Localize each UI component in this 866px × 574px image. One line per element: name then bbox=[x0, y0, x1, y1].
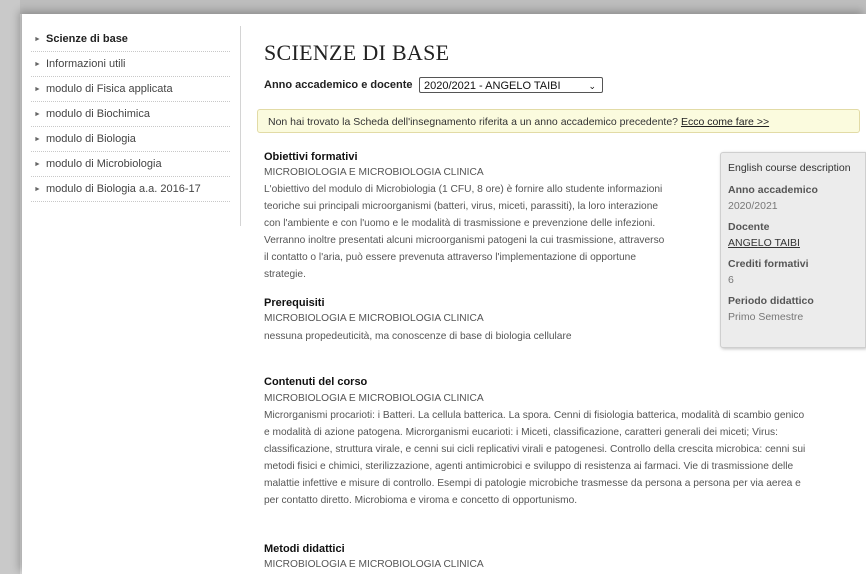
body-line: nessuna propedeuticità, ma conoscenze di… bbox=[264, 331, 572, 342]
sidebar-nav: ► Scienze di base ► Informazioni utili ►… bbox=[31, 27, 230, 202]
info-value-year: 2020/2021 bbox=[728, 200, 778, 212]
body-line: strategie. bbox=[264, 269, 306, 280]
sidebar-item-label: Scienze di base bbox=[46, 33, 128, 45]
course-info-box: English course description Anno accademi… bbox=[720, 152, 866, 348]
sidebar-item-biologia[interactable]: ► modulo di Biologia bbox=[31, 127, 230, 152]
sidebar-item-microbiologia[interactable]: ► modulo di Microbiologia bbox=[31, 152, 230, 177]
info-value-period: Primo Semestre bbox=[728, 311, 804, 323]
body-line: teoriche sui principali microorganismi (… bbox=[264, 201, 659, 212]
body-line: metodi fisici e chimici, sterilizzazione… bbox=[264, 461, 794, 472]
sidebar-item-scienze-di-base[interactable]: ► Scienze di base bbox=[31, 27, 230, 52]
section-subtitle-contents: MICROBIOLOGIA E MICROBIOLOGIA CLINICA bbox=[264, 393, 484, 404]
body-line: L'obiettivo del modulo di Microbiologia … bbox=[264, 184, 663, 195]
sidebar-item-informazioni-utili[interactable]: ► Informazioni utili bbox=[31, 52, 230, 77]
sidebar-item-biologia-2016-17[interactable]: ► modulo di Biologia a.a. 2016-17 bbox=[31, 177, 230, 202]
triangle-right-icon: ► bbox=[34, 86, 41, 93]
info-label-year: Anno accademico bbox=[728, 184, 818, 196]
previous-year-notice: Non hai trovato la Scheda dell'insegname… bbox=[257, 109, 860, 133]
sidebar-item-fisica-applicata[interactable]: ► modulo di Fisica applicata bbox=[31, 77, 230, 102]
sidebar-item-label: modulo di Biochimica bbox=[46, 108, 150, 120]
notice-text: Non hai trovato la Scheda dell'insegname… bbox=[268, 116, 679, 128]
sidebar-item-label: modulo di Microbiologia bbox=[46, 158, 162, 170]
triangle-right-icon: ► bbox=[34, 161, 41, 168]
notice-link[interactable]: Ecco come fare >> bbox=[681, 116, 769, 128]
body-line: per contatto diretto. Microbioma e virom… bbox=[264, 495, 578, 506]
body-line: Verranno inoltre presentati alcuni micro… bbox=[264, 235, 665, 246]
sidebar-item-label: modulo di Biologia bbox=[46, 133, 136, 145]
body-line: e modalità di azione patogena. Microrgan… bbox=[264, 427, 778, 438]
info-label-teacher: Docente bbox=[728, 221, 770, 233]
year-select-value: 2020/2021 - ANGELO TAIBI bbox=[424, 80, 561, 92]
window-top-bar bbox=[0, 0, 866, 14]
info-label-period: Periodo didattico bbox=[728, 295, 814, 307]
triangle-right-icon: ► bbox=[34, 136, 41, 143]
year-teacher-select[interactable]: 2020/2021 - ANGELO TAIBI ⌄ bbox=[419, 77, 603, 93]
body-line: classificazione, struttura virale, e cen… bbox=[264, 444, 806, 455]
triangle-right-icon: ► bbox=[34, 36, 41, 43]
section-title-methods: Metodi didattici bbox=[264, 543, 345, 555]
triangle-right-icon: ► bbox=[34, 61, 41, 68]
triangle-right-icon: ► bbox=[34, 186, 41, 193]
body-line: malattie infettive e misure di controllo… bbox=[264, 478, 801, 489]
body-line: il contatto o l'aria, può essere prevenu… bbox=[264, 252, 636, 263]
chevron-down-icon: ⌄ bbox=[588, 81, 596, 91]
sidebar-item-label: modulo di Fisica applicata bbox=[46, 83, 173, 95]
section-title-contents: Contenuti del corso bbox=[264, 376, 368, 388]
english-description-link[interactable]: English course description bbox=[728, 162, 865, 174]
info-value-credits: 6 bbox=[728, 274, 734, 286]
section-subtitle-objectives: MICROBIOLOGIA E MICROBIOLOGIA CLINICA bbox=[264, 167, 484, 178]
section-subtitle-methods: MICROBIOLOGIA E MICROBIOLOGIA CLINICA bbox=[264, 559, 484, 570]
sidebar-item-biochimica[interactable]: ► modulo di Biochimica bbox=[31, 102, 230, 127]
year-selector-label: Anno accademico e docente bbox=[264, 79, 413, 91]
triangle-right-icon: ► bbox=[34, 111, 41, 118]
sidebar-item-label: Informazioni utili bbox=[46, 58, 126, 70]
info-label-credits: Crediti formativi bbox=[728, 258, 809, 270]
section-body-prerequisites: nessuna propedeuticità, ma conoscenze di… bbox=[264, 328, 572, 345]
page-title: SCIENZE DI BASE bbox=[264, 40, 450, 65]
sidebar-divider bbox=[240, 26, 241, 226]
body-line: con l'ambiente e con l'uomo e le modalit… bbox=[264, 218, 656, 229]
section-title-prerequisites: Prerequisiti bbox=[264, 297, 325, 309]
section-body-objectives: L'obiettivo del modulo di Microbiologia … bbox=[264, 181, 664, 283]
section-body-contents: Microrganismi procarioti: i Batteri. La … bbox=[264, 407, 805, 509]
sidebar-item-label: modulo di Biologia a.a. 2016-17 bbox=[46, 183, 201, 195]
section-subtitle-prerequisites: MICROBIOLOGIA E MICROBIOLOGIA CLINICA bbox=[264, 313, 484, 324]
info-value-teacher[interactable]: ANGELO TAIBI bbox=[728, 237, 865, 249]
body-line: Microrganismi procarioti: i Batteri. La … bbox=[264, 410, 805, 421]
window-left-bar bbox=[0, 0, 20, 574]
section-title-objectives: Obiettivi formativi bbox=[264, 151, 358, 163]
